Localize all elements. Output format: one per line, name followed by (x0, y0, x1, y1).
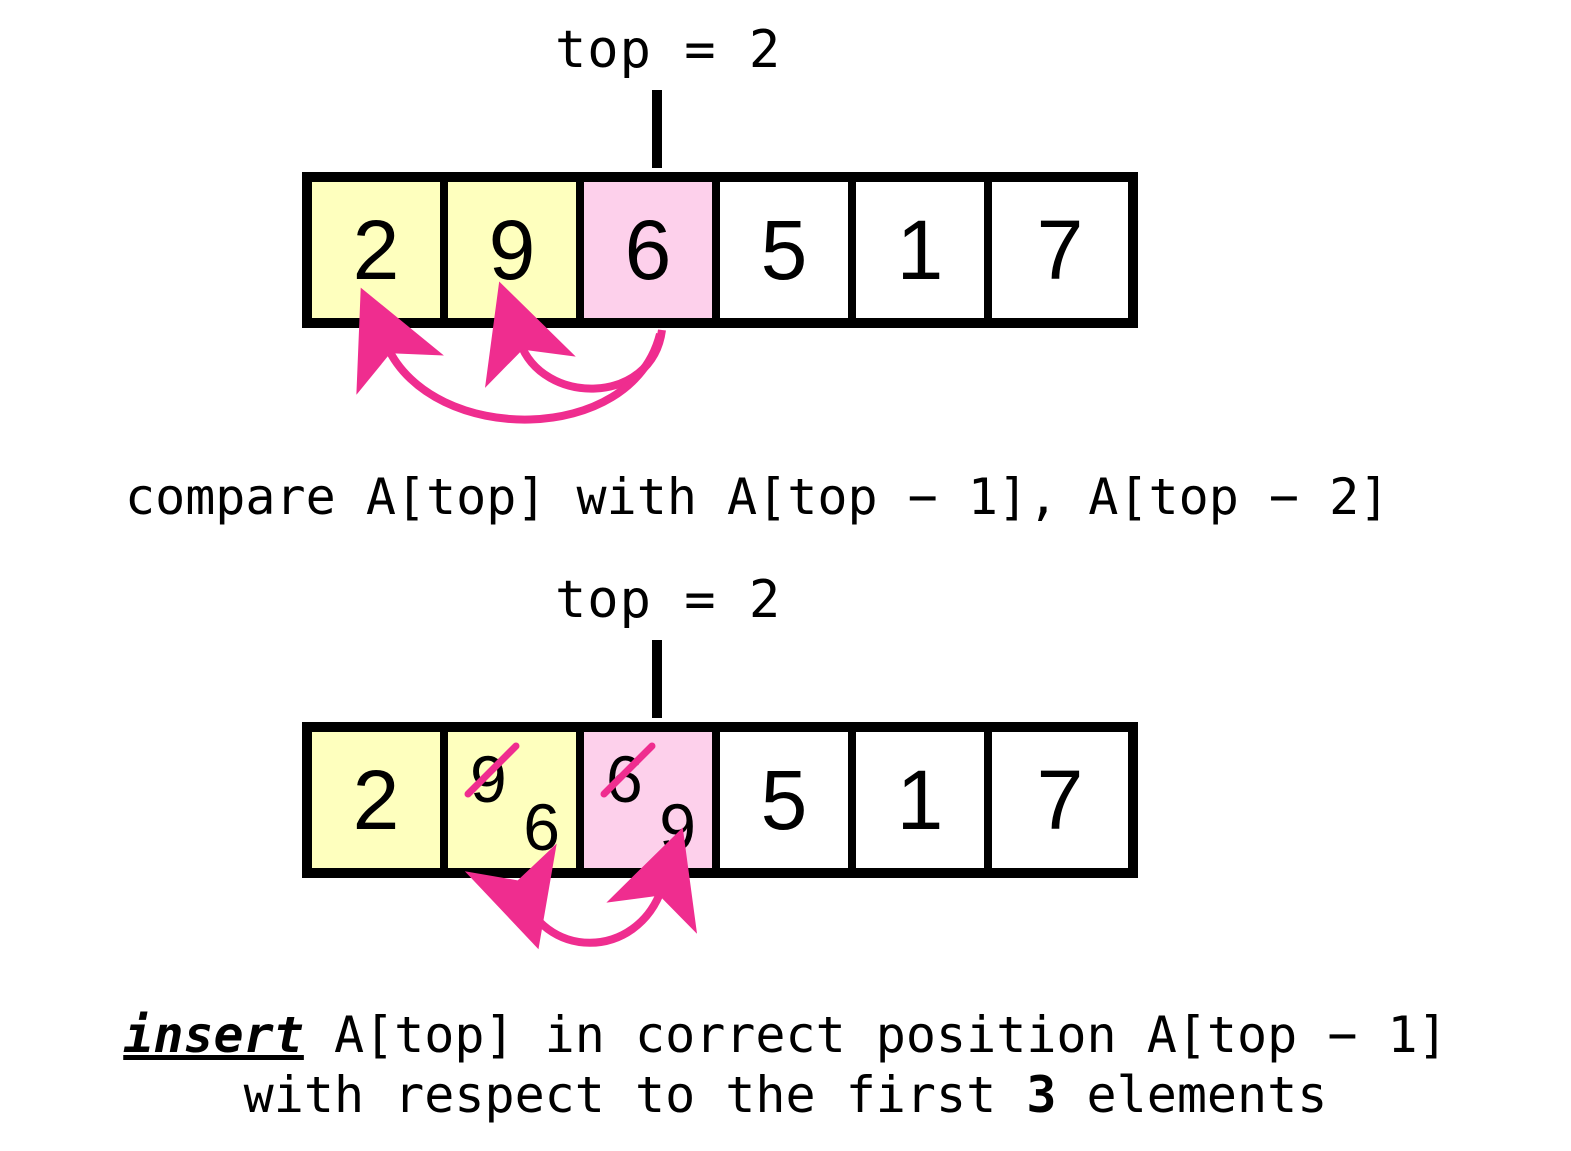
cell-0: 2 (312, 182, 448, 318)
cell-2-new: 9 (659, 794, 696, 860)
insertion-sort-step-diagram: top = 2 2 9 6 5 1 7 compare A[top] with … (0, 0, 1571, 1151)
swap-arrow-step2 (302, 866, 1142, 1006)
top-label-step2: top = 2 (555, 570, 781, 630)
cell-2-current: 6 (584, 182, 720, 318)
cell-2-old: 6 (606, 746, 643, 812)
cell-5: 7 (992, 732, 1128, 868)
pointer-line-step2 (652, 640, 662, 718)
cell-1: 9 (448, 182, 584, 318)
top-label-step1: top = 2 (555, 20, 781, 80)
cell-0: 2 (312, 732, 448, 868)
cell-5: 7 (992, 182, 1128, 318)
cell-1-swap: 9 6 (448, 732, 584, 868)
insert-keyword: insert (123, 1006, 304, 1064)
caption-step1: compare A[top] with A[top − 1], A[top − … (125, 468, 1389, 526)
array-step2: 2 9 6 6 9 5 1 7 (302, 722, 1138, 878)
caption-step2-line2b: elements (1056, 1066, 1327, 1124)
compare-arrows-step1 (302, 316, 1142, 486)
cell-4: 1 (856, 732, 992, 868)
caption-step2-bold3: 3 (1026, 1066, 1056, 1124)
array-step1: 2 9 6 5 1 7 (302, 172, 1138, 328)
cell-3: 5 (720, 182, 856, 318)
caption-step2-line1-rest: A[top] in correct position A[top − 1] (304, 1006, 1448, 1064)
cell-2-swap: 6 9 (584, 732, 720, 868)
caption-step2-line2a: with respect to the first (244, 1066, 1027, 1124)
cell-4: 1 (856, 182, 992, 318)
caption-step2: insert A[top] in correct position A[top … (0, 1005, 1571, 1125)
pointer-line-step1 (652, 90, 662, 168)
cell-1-old: 9 (470, 746, 507, 812)
cell-3: 5 (720, 732, 856, 868)
cell-1-new: 6 (523, 794, 560, 860)
